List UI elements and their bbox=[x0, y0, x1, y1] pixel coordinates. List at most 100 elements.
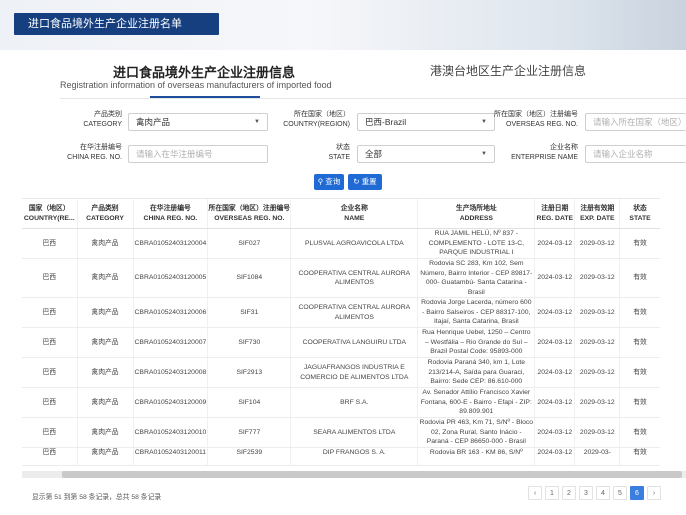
cell-overseas-reg: SIF777 bbox=[207, 417, 291, 448]
col-header-en: EXP. DATE bbox=[580, 214, 615, 222]
table-row[interactable]: 巴西 禽肉产品 CBRA01052403120008 SIF2913 JAGUA… bbox=[22, 357, 660, 388]
enterprise-input[interactable]: 请输入企业名称 bbox=[585, 145, 686, 163]
cell-category: 禽肉产品 bbox=[76, 417, 133, 448]
china-reg-input[interactable]: 请输入在华注册编号 bbox=[128, 145, 268, 163]
table-row[interactable]: 巴西 禽肉产品 CBRA01052403120005 SIF1084 COOPE… bbox=[22, 258, 660, 298]
divider bbox=[60, 98, 686, 99]
col-header-exp-date[interactable]: 注册有效期 EXP. DATE bbox=[574, 198, 620, 229]
col-header-overseas-reg[interactable]: 所在国家（地区）注册编号 OVERSEAS REG. NO. bbox=[207, 198, 291, 229]
cell-address: Rodovia SC 283, Km 102, Sem Número, Bair… bbox=[417, 258, 535, 298]
cell-category: 禽肉产品 bbox=[76, 447, 133, 466]
cell-overseas-reg: SIF1084 bbox=[207, 258, 291, 298]
col-header-address[interactable]: 生产场所地址 ADDRESS bbox=[417, 198, 535, 229]
table-row[interactable]: 巴西 禽肉产品 CBRA01052403120007 SIF730 COOPER… bbox=[22, 327, 660, 358]
cell-overseas-reg: SIF2539 bbox=[207, 447, 291, 466]
cell-china-reg: CBRA01052403120004 bbox=[132, 228, 208, 259]
col-header-cn: 企业名称 bbox=[340, 204, 368, 212]
col-header-en: NAME bbox=[344, 214, 365, 222]
page-tab-registration-list[interactable]: 进口食品境外生产企业注册名单 bbox=[14, 13, 219, 35]
pager-page-3[interactable]: 3 bbox=[579, 486, 593, 500]
col-header-cn: 注册日期 bbox=[541, 204, 569, 212]
cell-overseas-reg: SIF31 bbox=[207, 297, 291, 328]
overseas-reg-label-en: OVERSEAS REG. NO. bbox=[506, 121, 578, 128]
cell-china-reg: CBRA01052403120007 bbox=[132, 327, 208, 358]
cell-category: 禽肉产品 bbox=[76, 258, 133, 298]
chevron-down-icon: ▼ bbox=[481, 151, 487, 157]
cell-country: 巴西 bbox=[22, 357, 77, 388]
table-row[interactable]: 巴西 禽肉产品 CBRA01052403120009 SIF104 BRF S.… bbox=[22, 387, 660, 418]
search-icon: ⚲ bbox=[317, 177, 324, 186]
cell-reg-date: 2024-03-12 bbox=[534, 258, 575, 298]
category-select[interactable]: 禽肉产品 ▼ bbox=[128, 113, 268, 131]
cell-category: 禽肉产品 bbox=[76, 357, 133, 388]
category-label-cn: 产品类别 bbox=[94, 111, 122, 118]
col-header-china-reg[interactable]: 在华注册编号 CHINA REG. NO. bbox=[132, 198, 208, 229]
cell-name: BRF S.A. bbox=[290, 387, 418, 418]
reset-button-label: 重置 bbox=[361, 177, 377, 186]
pager-prev[interactable]: ‹ bbox=[528, 486, 542, 500]
cell-country: 巴西 bbox=[22, 228, 77, 259]
cell-name: COOPERATIVA LANGUIRU LTDA bbox=[290, 327, 418, 358]
reset-button[interactable]: ↻ 重置 bbox=[348, 174, 382, 190]
pager-page-2[interactable]: 2 bbox=[562, 486, 576, 500]
cell-exp-date: 2029-03-12 bbox=[574, 228, 620, 259]
table-row[interactable]: 巴西 禽肉产品 CBRA01052403120004 SIF027 PLUSVA… bbox=[22, 228, 660, 259]
pager-next[interactable]: › bbox=[647, 486, 661, 500]
results-table: 国家（地区） COUNTRY(RE... 产品类别 CATEGORY 在华注册编号 C… bbox=[22, 198, 660, 466]
cell-category: 禽肉产品 bbox=[76, 297, 133, 328]
col-header-en: OVERSEAS REG. NO. bbox=[214, 214, 285, 222]
pager-page-1[interactable]: 1 bbox=[545, 486, 559, 500]
cell-category: 禽肉产品 bbox=[76, 387, 133, 418]
country-select-value: 巴西-Brazil bbox=[365, 117, 407, 127]
chevron-down-icon: ▼ bbox=[254, 119, 260, 125]
cell-exp-date: 2029-03-12 bbox=[574, 258, 620, 298]
cell-address: Rodovia BR 163 - KM 86, S/Nº bbox=[417, 447, 535, 466]
col-header-name[interactable]: 企业名称 NAME bbox=[290, 198, 418, 229]
cell-address: RUA JAMIL HELÚ, Nº 837 - COMPLEMENTO - L… bbox=[417, 228, 535, 259]
table-row[interactable]: 巴西 禽肉产品 CBRA01052403120011 SIF2539 DIP F… bbox=[22, 447, 660, 466]
cell-reg-date: 2024-03-12 bbox=[534, 327, 575, 358]
col-header-reg-date[interactable]: 注册日期 REG. DATE bbox=[534, 198, 575, 229]
china-reg-label-en: CHINA REG. NO. bbox=[67, 154, 122, 161]
horizontal-scrollbar-thumb[interactable] bbox=[62, 471, 682, 478]
table-header-row: 国家（地区） COUNTRY(RE... 产品类别 CATEGORY 在华注册编号 C… bbox=[22, 198, 660, 229]
pager-page-4[interactable]: 4 bbox=[596, 486, 610, 500]
overseas-reg-input[interactable]: 请输入所在国家（地区） bbox=[585, 113, 686, 131]
cell-state: 有效 bbox=[619, 327, 660, 358]
col-header-cn: 产品类别 bbox=[91, 204, 119, 212]
pager-page-6[interactable]: 6 bbox=[630, 486, 644, 500]
cell-country: 巴西 bbox=[22, 258, 77, 298]
cell-state: 有效 bbox=[619, 228, 660, 259]
cell-overseas-reg: SIF730 bbox=[207, 327, 291, 358]
cell-state: 有效 bbox=[619, 258, 660, 298]
tab-hk-macao-taiwan[interactable]: 港澳台地区生产企业注册信息 bbox=[430, 62, 586, 79]
col-header-country[interactable]: 国家（地区） COUNTRY(RE... bbox=[22, 198, 77, 229]
cell-reg-date: 2024-03-12 bbox=[534, 387, 575, 418]
chevron-down-icon: ▼ bbox=[481, 119, 487, 125]
state-label: 状态 STATE bbox=[270, 143, 350, 163]
cell-china-reg: CBRA01052403120008 bbox=[132, 357, 208, 388]
cell-china-reg: CBRA01052403120011 bbox=[132, 447, 208, 466]
cell-name: PLUSVAL AGROAVICOLA LTDA bbox=[290, 228, 418, 259]
col-header-category[interactable]: 产品类别 CATEGORY bbox=[76, 198, 133, 229]
overseas-reg-label-cn: 所在国家（地区）注册编号 bbox=[494, 111, 578, 118]
col-header-state[interactable]: 状态 STATE bbox=[619, 198, 660, 229]
page-title[interactable]: 进口食品境外生产企业注册信息 bbox=[113, 62, 295, 81]
cell-reg-date: 2024-03-12 bbox=[534, 417, 575, 448]
col-header-cn: 所在国家（地区）注册编号 bbox=[208, 204, 291, 212]
pagination-summary: 显示第 51 到第 58 条记录，总共 58 条记录 bbox=[32, 494, 162, 501]
country-select[interactable]: 巴西-Brazil ▼ bbox=[357, 113, 495, 131]
cell-country: 巴西 bbox=[22, 447, 77, 466]
pager-page-5[interactable]: 5 bbox=[613, 486, 627, 500]
col-header-cn: 在华注册编号 bbox=[150, 204, 191, 212]
cell-china-reg: CBRA01052403120006 bbox=[132, 297, 208, 328]
table-row[interactable]: 巴西 禽肉产品 CBRA01052403120010 SIF777 SEARA … bbox=[22, 417, 660, 448]
overseas-reg-label: 所在国家（地区）注册编号 OVERSEAS REG. NO. bbox=[494, 110, 578, 130]
cell-china-reg: CBRA01052403120010 bbox=[132, 417, 208, 448]
cell-state: 有效 bbox=[619, 417, 660, 448]
country-label-cn: 所在国家（地区） bbox=[294, 111, 350, 118]
state-select[interactable]: 全部 ▼ bbox=[357, 145, 495, 163]
query-button[interactable]: ⚲ 查询 bbox=[314, 174, 344, 190]
cell-name: JAGUAFRANGOS INDUSTRIA E COMERCIO DE ALI… bbox=[290, 357, 418, 388]
table-row[interactable]: 巴西 禽肉产品 CBRA01052403120006 SIF31 COOPERA… bbox=[22, 297, 660, 328]
